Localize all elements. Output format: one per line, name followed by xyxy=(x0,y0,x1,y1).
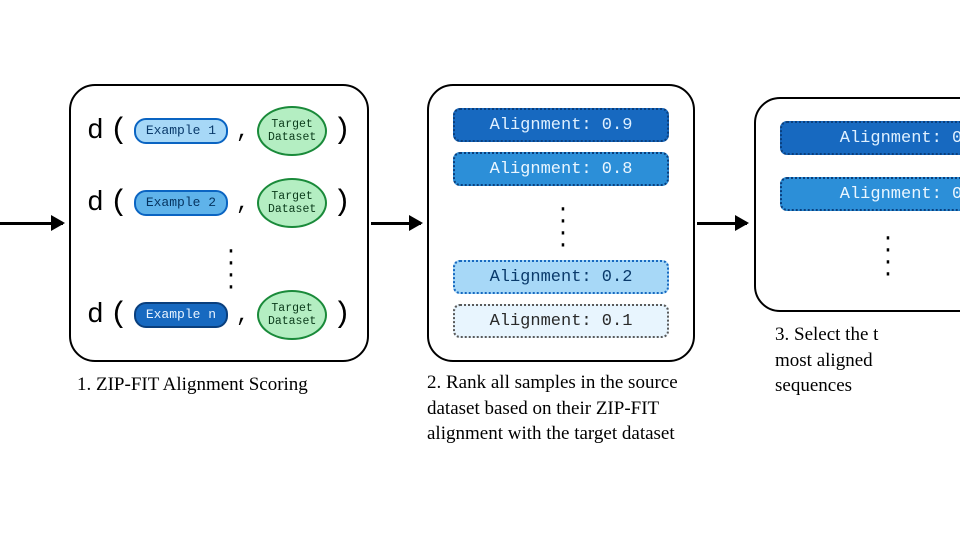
caption-panel-3: 3. Select the t most aligned sequences xyxy=(775,322,960,399)
target-label: Target Dataset xyxy=(268,118,316,144)
rparen-icon: ) xyxy=(333,186,351,220)
alignment-label: Alignment: 0 xyxy=(840,129,960,148)
panel-3-select: Alignment: 0 Alignment: 0 ···· xyxy=(754,97,960,312)
alignment-bar-09: Alignment: 0.9 xyxy=(453,108,669,142)
rparen-icon: ) xyxy=(333,298,351,332)
lparen-icon: ( xyxy=(110,186,128,220)
d-row-n: d ( Example n , Target Dataset ) xyxy=(87,290,351,340)
vdots-icon: ···· xyxy=(221,246,241,294)
target-label: Target Dataset xyxy=(268,190,316,216)
d-letter: d xyxy=(87,188,104,219)
example-pill-2: Example 2 xyxy=(134,190,228,216)
alignment-label: Alignment: 0.2 xyxy=(490,268,633,287)
panel-1-scoring: d ( Example 1 , Target Dataset ) d ( Exa… xyxy=(69,84,369,362)
comma-icon: , xyxy=(236,303,249,328)
target-label: Target Dataset xyxy=(268,302,316,328)
target-ellipse-2: Target Dataset xyxy=(257,178,327,228)
alignment-label: Alignment: 0.1 xyxy=(490,312,633,331)
d-letter: d xyxy=(87,116,104,147)
target-ellipse-n: Target Dataset xyxy=(257,290,327,340)
arrow-in-left xyxy=(0,222,63,225)
vdots-icon: ···· xyxy=(878,233,898,281)
alignment-bar-sel-1: Alignment: 0 xyxy=(780,121,960,155)
d-letter: d xyxy=(87,300,104,331)
lparen-icon: ( xyxy=(110,114,128,148)
arrow-2-to-3 xyxy=(697,222,747,225)
panel-2-ranking: Alignment: 0.9 Alignment: 0.8 ···· Align… xyxy=(427,84,695,362)
d-row-2: d ( Example 2 , Target Dataset ) xyxy=(87,178,351,228)
d-row-1: d ( Example 1 , Target Dataset ) xyxy=(87,106,351,156)
vdots-icon: ···· xyxy=(553,204,573,252)
caption-panel-1: 1. ZIP-FIT Alignment Scoring xyxy=(77,372,337,398)
example-pill-1: Example 1 xyxy=(134,118,228,144)
alignment-bar-02: Alignment: 0.2 xyxy=(453,260,669,294)
alignment-label: Alignment: 0.8 xyxy=(490,160,633,179)
target-ellipse-1: Target Dataset xyxy=(257,106,327,156)
alignment-label: Alignment: 0.9 xyxy=(490,116,633,135)
comma-icon: , xyxy=(236,191,249,216)
alignment-bar-01: Alignment: 0.1 xyxy=(453,304,669,338)
lparen-icon: ( xyxy=(110,298,128,332)
caption-panel-2: 2. Rank all samples in the source datase… xyxy=(427,370,712,447)
arrow-1-to-2 xyxy=(371,222,421,225)
alignment-label: Alignment: 0 xyxy=(840,185,960,204)
rparen-icon: ) xyxy=(333,114,351,148)
alignment-bar-08: Alignment: 0.8 xyxy=(453,152,669,186)
comma-icon: , xyxy=(236,119,249,144)
alignment-bar-sel-2: Alignment: 0 xyxy=(780,177,960,211)
example-pill-n: Example n xyxy=(134,302,228,328)
